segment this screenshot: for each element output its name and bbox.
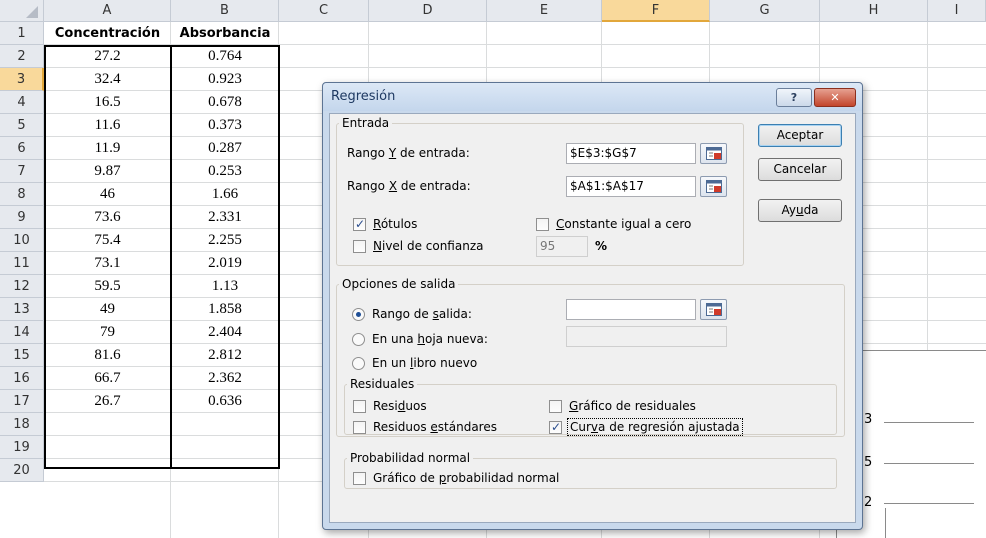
residuales-legend: Residuales bbox=[350, 377, 415, 391]
residuos-estandares-label: Residuos estándares bbox=[373, 420, 497, 434]
ayuda-button[interactable]: Ayuda bbox=[758, 199, 842, 222]
grafico-residuales-checkbox[interactable] bbox=[549, 400, 562, 413]
row-header-17[interactable]: 17 bbox=[0, 390, 44, 413]
row-header-19[interactable]: 19 bbox=[0, 436, 44, 459]
dialog-body: Entrada Rango Y de entrada: $E$3:$G$7 Ra… bbox=[329, 113, 856, 523]
data-range-border bbox=[44, 45, 280, 469]
rango-y-label: Rango Y de entrada: bbox=[347, 146, 470, 160]
row-header-7[interactable]: 7 bbox=[0, 160, 44, 183]
row-header-9[interactable]: 9 bbox=[0, 206, 44, 229]
help-icon[interactable]: ? bbox=[776, 88, 812, 107]
column-header-c[interactable]: C bbox=[279, 0, 369, 22]
constante-cero-label: Constante igual a cero bbox=[556, 217, 692, 231]
chart-gridline bbox=[884, 422, 974, 423]
chart-axis-line bbox=[885, 508, 886, 538]
rango-x-input[interactable]: $A$1:$A$17 bbox=[566, 176, 696, 197]
column-header-d[interactable]: D bbox=[369, 0, 487, 22]
cell-b1[interactable]: Absorbancia bbox=[171, 22, 279, 45]
chart-axis-tick: 5 bbox=[864, 455, 873, 470]
chart-axis-tick: 3 bbox=[864, 412, 873, 427]
dialog-titlebar[interactable]: Regresión ? ✕ bbox=[323, 83, 862, 111]
cancelar-button[interactable]: Cancelar bbox=[758, 158, 842, 181]
column-header-b[interactable]: B bbox=[171, 0, 279, 22]
row-header-6[interactable]: 6 bbox=[0, 137, 44, 160]
rango-y-input[interactable]: $E$3:$G$7 bbox=[566, 143, 696, 164]
column-header-g[interactable]: G bbox=[710, 0, 820, 22]
rango-salida-input[interactable] bbox=[566, 299, 696, 320]
collapse-dialog-icon[interactable] bbox=[700, 299, 727, 320]
nivel-confianza-input[interactable]: 95 bbox=[536, 236, 588, 257]
row-header-11[interactable]: 11 bbox=[0, 252, 44, 275]
rotulos-label: Rótulos bbox=[373, 217, 418, 231]
row-header-20[interactable]: 20 bbox=[0, 459, 44, 482]
select-all-triangle-icon bbox=[26, 6, 38, 18]
residuos-estandares-checkbox[interactable] bbox=[353, 421, 366, 434]
regression-dialog: Regresión ? ✕ Entrada Rango Y de entrada… bbox=[322, 82, 863, 530]
cell-a1[interactable]: Concentración bbox=[44, 22, 171, 45]
aceptar-button[interactable]: Aceptar bbox=[758, 124, 842, 147]
row-header-13[interactable]: 13 bbox=[0, 298, 44, 321]
residuos-label: Residuos bbox=[373, 399, 427, 413]
probabilidad-normal-legend: Probabilidad normal bbox=[350, 451, 471, 465]
curva-regresion-checkbox[interactable]: ✓ bbox=[549, 420, 562, 434]
chart-axis-tick: 2 bbox=[864, 495, 873, 510]
entrada-legend: Entrada bbox=[342, 116, 390, 130]
row-header-14[interactable]: 14 bbox=[0, 321, 44, 344]
column-header-h[interactable]: H bbox=[820, 0, 928, 22]
row-header-18[interactable]: 18 bbox=[0, 413, 44, 436]
column-header-f[interactable]: F bbox=[602, 0, 710, 22]
radio-selected-dot bbox=[356, 312, 361, 317]
column-header-a[interactable]: A bbox=[44, 0, 171, 22]
rango-x-label: Rango X de entrada: bbox=[347, 179, 471, 193]
row-header-1[interactable]: 1 bbox=[0, 22, 44, 45]
rango-salida-radio[interactable] bbox=[352, 308, 365, 321]
rango-salida-label: Rango de salida: bbox=[372, 307, 472, 321]
nivel-confianza-label: Nivel de confianza bbox=[373, 239, 484, 253]
chart-gridline bbox=[884, 463, 974, 464]
hoja-nueva-input[interactable] bbox=[566, 326, 727, 347]
nivel-confianza-checkbox[interactable] bbox=[353, 240, 366, 253]
row-header-4[interactable]: 4 bbox=[0, 91, 44, 114]
hoja-nueva-label: En una hoja nueva: bbox=[372, 332, 488, 346]
residuos-checkbox[interactable] bbox=[353, 400, 366, 413]
curva-regresion-label: Curva de regresión ajustada bbox=[567, 418, 743, 436]
column-header-e[interactable]: E bbox=[487, 0, 602, 22]
rotulos-checkbox[interactable]: ✓ bbox=[353, 217, 366, 231]
constante-cero-checkbox[interactable] bbox=[536, 218, 549, 231]
row-header-5[interactable]: 5 bbox=[0, 114, 44, 137]
opciones-salida-legend: Opciones de salida bbox=[342, 277, 456, 291]
row-header-3[interactable]: 3 bbox=[0, 68, 44, 91]
column-header-i[interactable]: I bbox=[928, 0, 986, 22]
checkmark-icon: ✓ bbox=[355, 217, 366, 231]
dialog-title: Regresión bbox=[331, 89, 396, 104]
row-header-8[interactable]: 8 bbox=[0, 183, 44, 206]
probabilidad-normal-checkbox[interactable] bbox=[353, 472, 366, 485]
grafico-residuales-label: Gráfico de residuales bbox=[569, 399, 696, 413]
libro-nuevo-radio[interactable] bbox=[352, 357, 365, 370]
chart-gridline bbox=[884, 503, 974, 504]
percent-label: % bbox=[595, 239, 608, 253]
row-header-10[interactable]: 10 bbox=[0, 229, 44, 252]
checkmark-icon: ✓ bbox=[551, 420, 562, 434]
libro-nuevo-label: En un libro nuevo bbox=[372, 356, 478, 370]
data-range-divider bbox=[170, 45, 172, 469]
row-header-12[interactable]: 12 bbox=[0, 275, 44, 298]
row-header-16[interactable]: 16 bbox=[0, 367, 44, 390]
collapse-dialog-icon[interactable] bbox=[700, 176, 727, 197]
hoja-nueva-radio[interactable] bbox=[352, 333, 365, 346]
row-header-15[interactable]: 15 bbox=[0, 344, 44, 367]
row-header-2[interactable]: 2 bbox=[0, 45, 44, 68]
probabilidad-normal-label: Gráfico de probabilidad normal bbox=[373, 471, 560, 485]
collapse-dialog-icon[interactable] bbox=[700, 143, 727, 164]
close-icon[interactable]: ✕ bbox=[814, 88, 856, 107]
